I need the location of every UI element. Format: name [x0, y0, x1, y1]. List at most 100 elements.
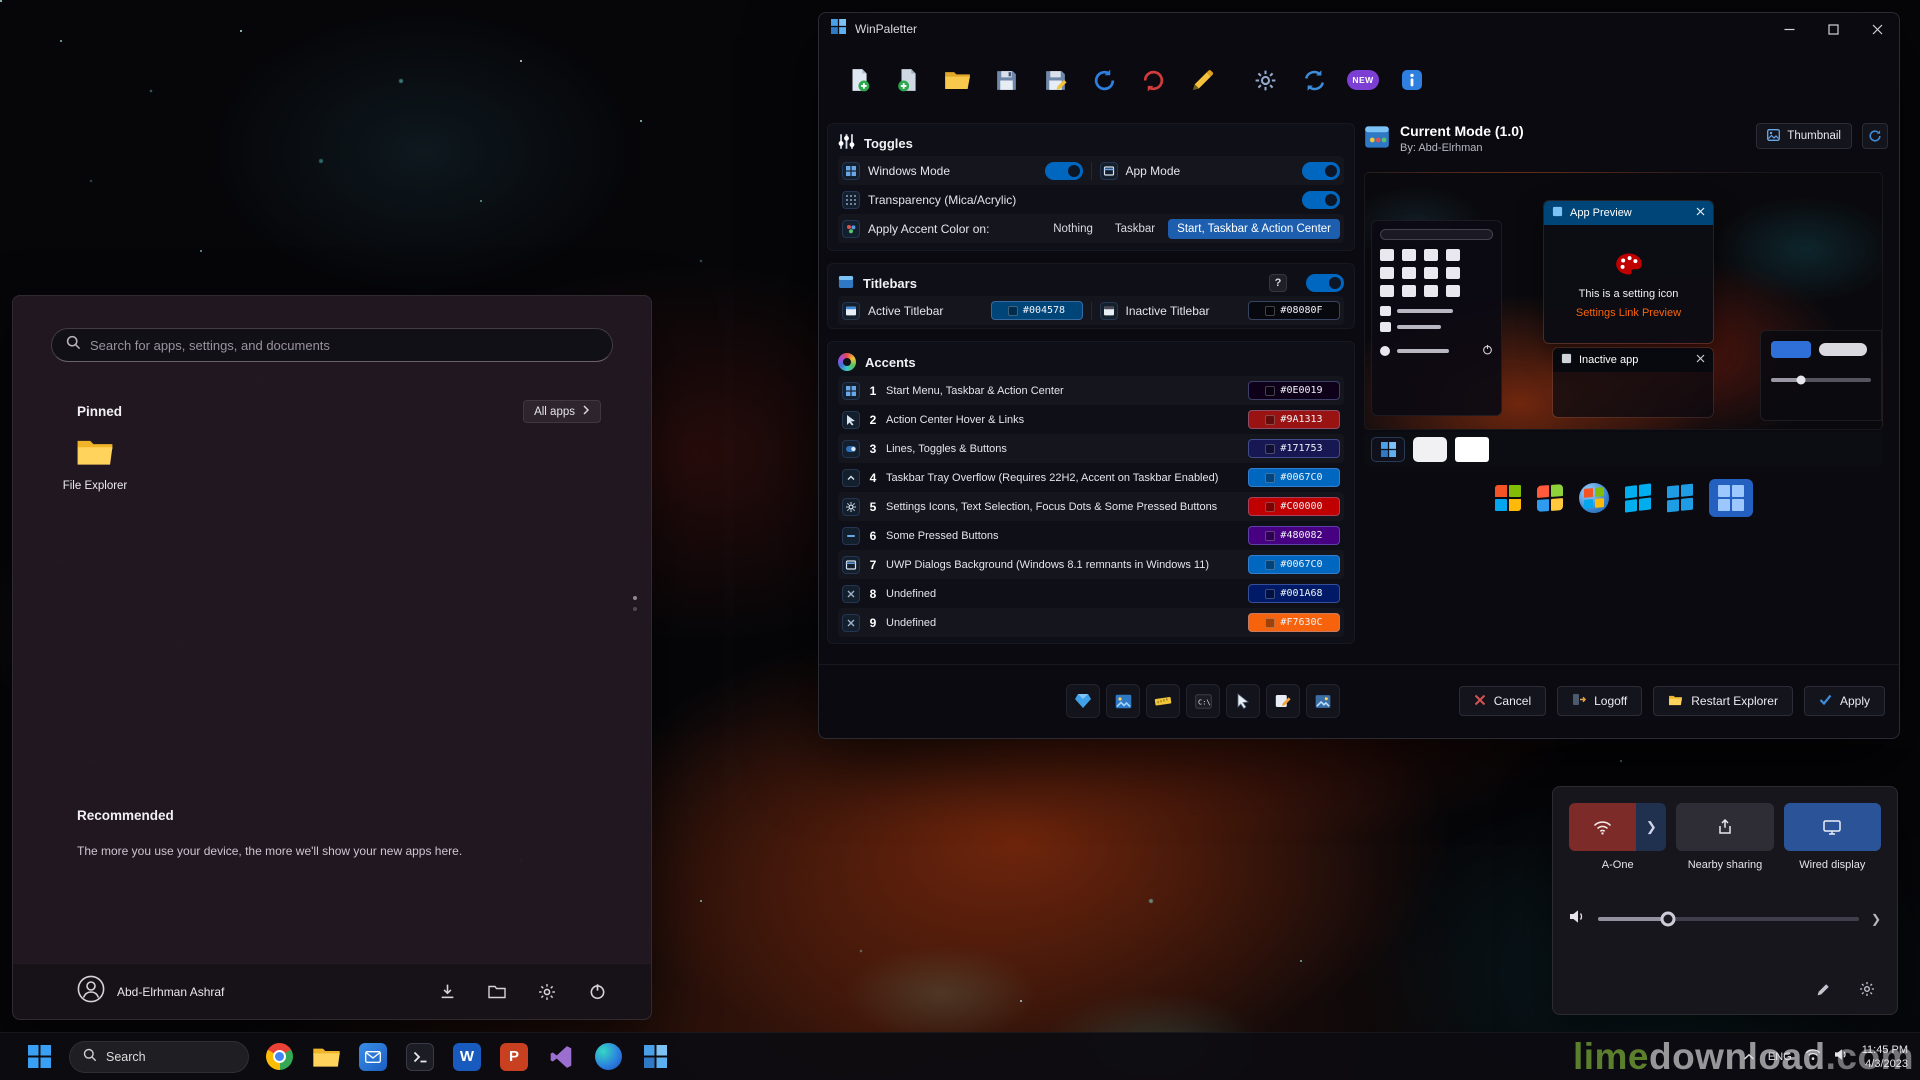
terminal-icon[interactable] [403, 1040, 437, 1074]
accent-color-badge[interactable]: #0E0019 [1248, 381, 1340, 400]
thumbnail-button[interactable]: Thumbnail [1756, 123, 1852, 149]
settings-gear-button[interactable] [1245, 59, 1285, 101]
open-theme-button[interactable] [937, 59, 977, 101]
pinned-page-dots[interactable] [633, 596, 637, 611]
accent-option-taskbar[interactable]: Taskbar [1106, 219, 1164, 239]
preview-tab-light[interactable] [1413, 437, 1447, 462]
check-updates-button[interactable] [1294, 59, 1334, 101]
accent-color-badge[interactable]: #171753 [1248, 439, 1340, 458]
save-as-button[interactable] [1035, 59, 1075, 101]
maximize-button[interactable] [1811, 14, 1855, 44]
accent-row-7[interactable]: 7 UWP Dialogs Background (Windows 8.1 re… [838, 550, 1344, 579]
minimize-button[interactable] [1767, 14, 1811, 44]
info-button[interactable] [1392, 59, 1432, 101]
windows-xp-logo[interactable] [1537, 485, 1563, 511]
windows-11-logo-selected[interactable] [1709, 479, 1753, 517]
wired-display-tile[interactable] [1784, 803, 1881, 851]
accent-color-badge[interactable]: #9A1313 [1248, 410, 1340, 429]
refresh-preview-button[interactable] [1862, 123, 1888, 149]
accent-color-badge[interactable]: #C00000 [1248, 497, 1340, 516]
whats-new-button[interactable]: NEW [1343, 59, 1383, 101]
titlebars-toggle[interactable] [1306, 274, 1344, 292]
wifi-tile[interactable]: ❯ [1569, 803, 1666, 851]
pinned-app-file-explorer[interactable]: File Explorer [47, 436, 143, 492]
accent-color-badge[interactable]: #0067C0 [1248, 468, 1340, 487]
language-indicator[interactable]: ENG [1768, 1051, 1792, 1063]
app-mode-toggle[interactable] [1302, 162, 1340, 180]
all-apps-button[interactable]: All apps [523, 400, 601, 423]
preview-tab-colored[interactable] [1371, 437, 1405, 462]
windows-mode-toggle[interactable] [1045, 162, 1083, 180]
accent-color-badge[interactable]: #F7630C [1248, 613, 1340, 632]
page-dot[interactable] [633, 607, 637, 611]
hidden-icons-chevron[interactable] [1743, 1048, 1755, 1066]
gem-tool-icon[interactable] [1066, 684, 1100, 718]
start-search-box[interactable] [51, 328, 613, 362]
quick-settings-gear-button[interactable] [1851, 974, 1883, 1004]
accent-row-5[interactable]: 5 Settings Icons, Text Selection, Focus … [838, 492, 1344, 521]
accent-row-1[interactable]: 1 Start Menu, Taskbar & Action Center #0… [838, 376, 1344, 405]
edit-quick-settings-button[interactable] [1807, 974, 1839, 1004]
undo-button[interactable] [1084, 59, 1124, 101]
accent-row-3[interactable]: 3 Lines, Toggles & Buttons #171753 [838, 434, 1344, 463]
windows-8-logo[interactable] [1625, 485, 1651, 511]
accent-color-badge[interactable]: #480082 [1248, 526, 1340, 545]
accent-row-2[interactable]: 2 Action Center Hover & Links #9A1313 [838, 405, 1344, 434]
ruler-tool-icon[interactable] [1146, 684, 1180, 718]
taskbar-search[interactable]: Search [69, 1041, 249, 1073]
titlebars-help-button[interactable]: ? [1269, 274, 1287, 292]
downloads-folder-button[interactable] [429, 975, 465, 1009]
start-button[interactable] [22, 1040, 56, 1074]
accent-color-badge[interactable]: #0067C0 [1248, 555, 1340, 574]
import-theme-button[interactable] [888, 59, 928, 101]
winpaletter-taskbar-icon[interactable] [638, 1040, 672, 1074]
new-theme-button[interactable] [839, 59, 879, 101]
cancel-button[interactable]: Cancel [1459, 686, 1546, 716]
edge-icon[interactable] [591, 1040, 625, 1074]
reset-button[interactable] [1133, 59, 1173, 101]
word-icon[interactable]: W [450, 1040, 484, 1074]
wallpaper-tool-icon[interactable] [1106, 684, 1140, 718]
settings-link-preview[interactable]: Settings Link Preview [1576, 307, 1681, 319]
volume-tray-icon[interactable] [1834, 1048, 1849, 1066]
logoff-button[interactable]: Logoff [1557, 686, 1642, 716]
settings-button[interactable] [529, 975, 565, 1009]
wifi-icon[interactable] [1569, 803, 1636, 851]
start-search-input[interactable] [90, 338, 598, 353]
mail-icon[interactable] [356, 1040, 390, 1074]
window-titlebar[interactable]: WinPaletter [819, 13, 1899, 45]
windows-classic-logo[interactable] [1495, 485, 1521, 511]
clock[interactable]: 11:45 PM 4/3/2023 [1862, 1043, 1908, 1071]
inactive-titlebar-color-badge[interactable]: #08080F [1248, 301, 1340, 320]
apply-button[interactable]: Apply [1804, 686, 1885, 716]
accent-option-nothing[interactable]: Nothing [1044, 219, 1102, 239]
photo-tool-icon[interactable] [1306, 684, 1340, 718]
chrome-icon[interactable] [262, 1040, 296, 1074]
page-dot-active[interactable] [633, 596, 637, 600]
powerpoint-icon[interactable]: P [497, 1040, 531, 1074]
transparency-toggle[interactable] [1302, 191, 1340, 209]
console-tool-icon[interactable]: C:\ [1186, 684, 1220, 718]
windows-7-logo[interactable] [1579, 483, 1609, 513]
nearby-sharing-tile[interactable] [1676, 803, 1773, 851]
accent-row-4[interactable]: 4 Taskbar Tray Overflow (Requires 22H2, … [838, 463, 1344, 492]
audio-output-chevron[interactable]: ❯ [1871, 912, 1881, 926]
windows-10-logo[interactable] [1667, 485, 1693, 511]
preview-tab-plain[interactable] [1455, 437, 1489, 462]
edit-image-tool-icon[interactable] [1266, 684, 1300, 718]
wifi-expand-chevron[interactable]: ❯ [1636, 803, 1666, 851]
wifi-tray-icon[interactable] [1805, 1048, 1821, 1066]
volume-slider-thumb[interactable] [1661, 912, 1676, 927]
cursor-tool-icon[interactable] [1226, 684, 1260, 718]
save-button[interactable] [986, 59, 1026, 101]
accent-row-8[interactable]: 8 Undefined #001A68 [838, 579, 1344, 608]
accent-row-6[interactable]: 6 Some Pressed Buttons #480082 [838, 521, 1344, 550]
accent-row-9[interactable]: 9 Undefined #F7630C [838, 608, 1344, 637]
user-profile-button[interactable]: Abd-Elrhman Ashraf [77, 975, 224, 1008]
speaker-icon[interactable] [1569, 909, 1586, 929]
visual-studio-icon[interactable] [544, 1040, 578, 1074]
accent-color-badge[interactable]: #001A68 [1248, 584, 1340, 603]
documents-folder-button[interactable] [479, 975, 515, 1009]
edit-pencil-button[interactable] [1182, 59, 1222, 101]
file-explorer-icon[interactable] [309, 1040, 343, 1074]
